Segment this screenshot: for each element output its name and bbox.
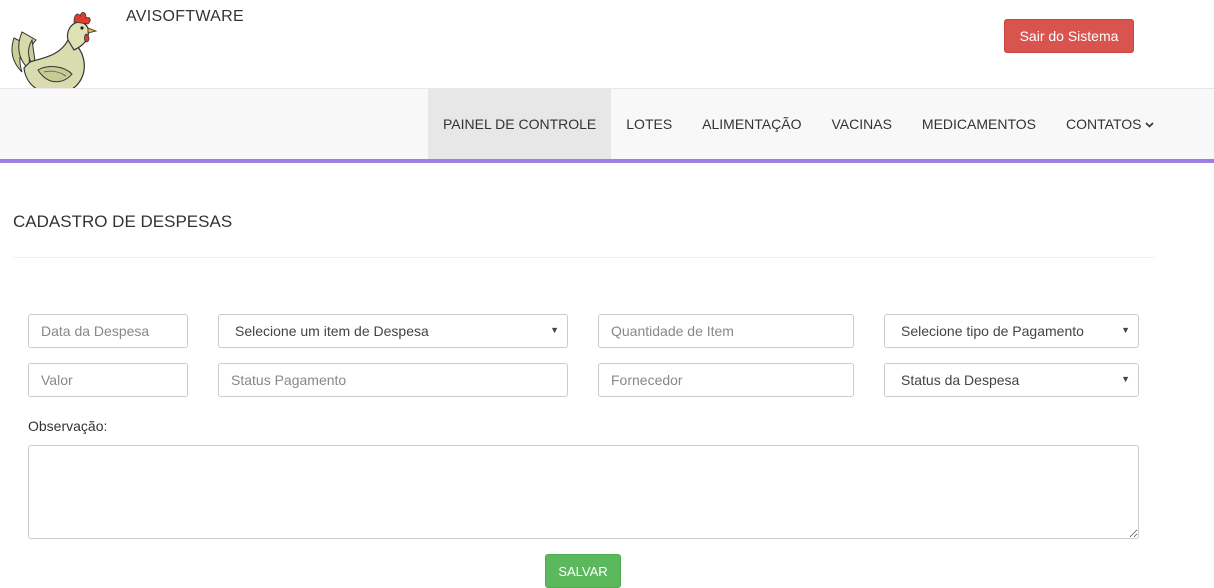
save-button[interactable]: SALVAR xyxy=(545,554,621,588)
observacao-label: Observação: xyxy=(28,418,108,434)
valor-input[interactable] xyxy=(28,363,188,397)
quantidade-item-input[interactable] xyxy=(598,314,854,348)
logout-button[interactable]: Sair do Sistema xyxy=(1004,19,1134,53)
nav-item-label: MEDICAMENTOS xyxy=(921,116,1037,132)
status-despesa-select[interactable]: Status da Despesa ▼ xyxy=(884,363,1139,397)
item-despesa-select[interactable]: Selecione um item de Despesa ▼ xyxy=(218,314,568,348)
page-title: CADASTRO DE DESPESAS xyxy=(13,212,233,231)
nav-item-label: CONTATOS xyxy=(1066,116,1142,132)
observacao-textarea[interactable] xyxy=(28,445,1139,539)
chevron-down-icon xyxy=(1145,120,1155,131)
navbar: PAINEL DE CONTROLE LOTES ALIMENTAÇÃO VAC… xyxy=(0,88,1214,163)
status-pagamento-input[interactable] xyxy=(218,363,568,397)
caret-down-icon: ▼ xyxy=(1121,374,1130,384)
brand-name: AVISOFTWARE xyxy=(126,8,244,25)
tipo-pagamento-select[interactable]: Selecione tipo de Pagamento ▼ xyxy=(884,314,1139,348)
nav-item-medicamentos[interactable]: MEDICAMENTOS xyxy=(907,89,1051,159)
data-despesa-input[interactable] xyxy=(28,314,188,348)
item-despesa-select-value: Selecione um item de Despesa xyxy=(235,323,429,339)
nav-item-contatos[interactable]: CONTATOS xyxy=(1051,89,1169,159)
nav-item-label: VACINAS xyxy=(831,116,892,132)
fornecedor-input[interactable] xyxy=(598,363,854,397)
nav-item-lotes[interactable]: LOTES xyxy=(611,89,687,159)
nav-menu: PAINEL DE CONTROLE LOTES ALIMENTAÇÃO VAC… xyxy=(428,89,1169,159)
nav-item-label: LOTES xyxy=(626,116,673,132)
nav-item-alimentacao[interactable]: ALIMENTAÇÃO xyxy=(687,89,816,159)
nav-item-label: ALIMENTAÇÃO xyxy=(702,116,802,132)
caret-down-icon: ▼ xyxy=(550,325,559,335)
tipo-pagamento-select-value: Selecione tipo de Pagamento xyxy=(901,323,1084,339)
nav-item-painel-de-controle[interactable]: PAINEL DE CONTROLE xyxy=(428,89,612,159)
nav-item-label: PAINEL DE CONTROLE xyxy=(443,116,597,132)
caret-down-icon: ▼ xyxy=(1121,325,1130,335)
nav-item-vacinas[interactable]: VACINAS xyxy=(816,89,906,159)
status-despesa-select-value: Status da Despesa xyxy=(901,372,1020,388)
divider xyxy=(13,257,1155,258)
